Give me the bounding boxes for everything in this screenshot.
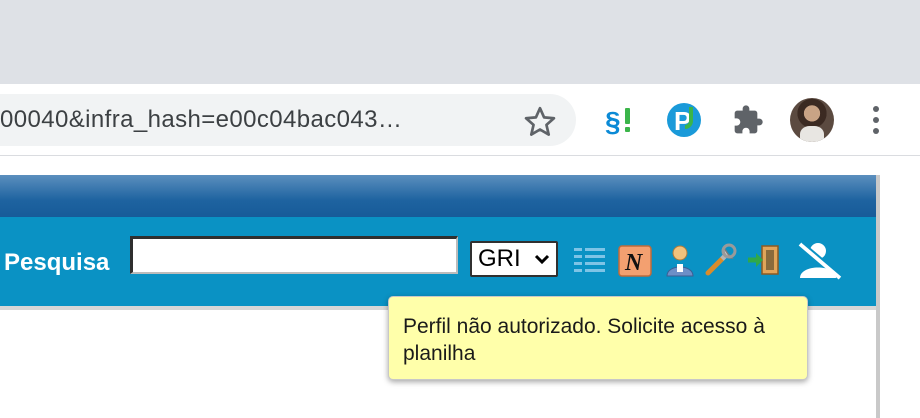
p-extension-icon[interactable]: P — [664, 100, 704, 140]
app-header-band — [0, 175, 876, 217]
profile-avatar[interactable] — [790, 98, 834, 142]
browser-tab-strip — [0, 0, 920, 84]
user-unauthorized-icon[interactable] — [796, 240, 844, 280]
unit-select[interactable]: GRI — [470, 241, 558, 277]
search-label: Pesquisa — [4, 249, 110, 276]
chevron-down-icon — [534, 254, 550, 265]
svg-text:N: N — [624, 250, 644, 276]
tools-wrench-icon[interactable] — [702, 242, 738, 278]
sei-extension-icon[interactable]: § — [600, 100, 640, 140]
search-input[interactable] — [130, 236, 458, 274]
tooltip-text: Perfil não autorizado. Solicite acesso à… — [403, 315, 765, 365]
svg-text:§: § — [605, 106, 621, 137]
puzzle-extensions-icon[interactable] — [728, 100, 768, 140]
tooltip-unauthorized: Perfil não autorizado. Solicite acesso à… — [388, 296, 808, 380]
star-icon[interactable] — [522, 104, 558, 140]
content-scroll-edge — [876, 175, 880, 418]
address-bar[interactable]: 00040&infra_hash=e00c04bac043… — [0, 94, 576, 146]
unit-select-value: GRI — [478, 245, 521, 272]
exit-door-icon[interactable] — [746, 242, 782, 278]
notes-n-icon[interactable]: N — [617, 242, 653, 278]
list-icon[interactable] — [572, 242, 608, 278]
kebab-menu-icon[interactable] — [864, 103, 888, 139]
svg-text:P: P — [674, 106, 691, 136]
address-bar-url: 00040&infra_hash=e00c04bac043… — [0, 106, 403, 133]
user-profile-icon[interactable] — [662, 242, 698, 278]
browser-toolbar: 00040&infra_hash=e00c04bac043… — [0, 84, 920, 156]
